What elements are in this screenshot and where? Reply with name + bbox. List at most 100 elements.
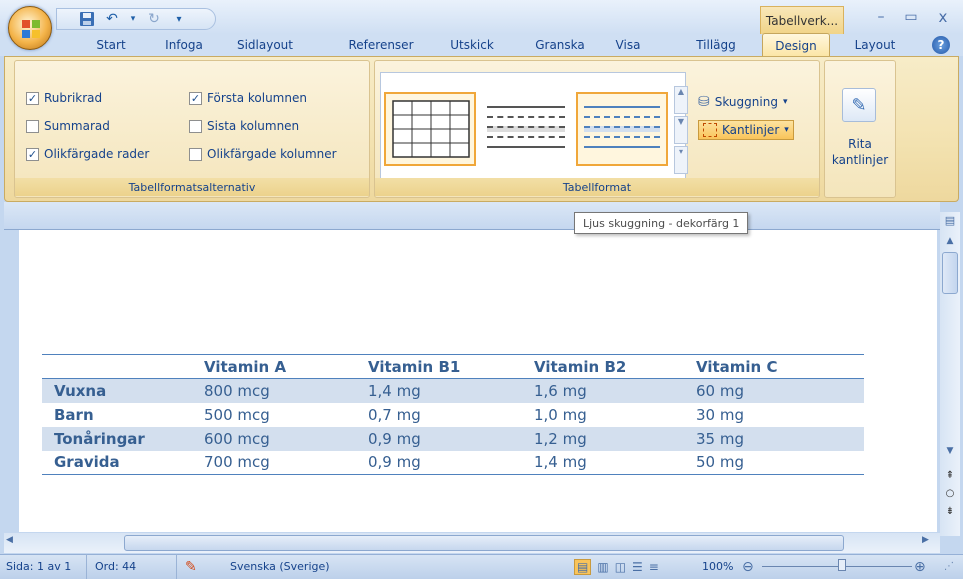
gallery-down-icon[interactable]: ▼ [674, 116, 688, 144]
zoom-in-icon[interactable]: ⊕ [914, 554, 926, 579]
scroll-thumb[interactable] [942, 252, 958, 294]
style-line [487, 106, 565, 112]
horizontal-scroll-thumb[interactable] [124, 535, 844, 551]
borders-button[interactable]: Kantlinjer ▾ [698, 120, 794, 140]
style-line [487, 146, 565, 152]
checkbox-checked-icon: ✓ [26, 147, 39, 161]
maximize-button[interactable]: ▭ [898, 6, 924, 28]
checkbox-last-column[interactable]: Sista kolumnen [189, 116, 299, 136]
checkbox-checked-icon: ✓ [26, 91, 39, 105]
checkbox-label: Rubrikrad [44, 91, 103, 105]
table-row-header: Barn [54, 405, 94, 424]
scroll-left-icon[interactable]: ◀ [6, 535, 20, 551]
table-row: Barn 500 mcg 0,7 mg 1,0 mg 30 mg [42, 403, 864, 427]
table-cell: 0,9 mg [368, 450, 534, 475]
checkbox-banded-rows[interactable]: ✓ Olikfärgade rader [26, 144, 149, 164]
table-header-cell: Vitamin B1 [368, 354, 534, 379]
table-cell: 50 mg [696, 450, 864, 475]
tab-granska[interactable]: Granska [527, 34, 593, 56]
customize-toolbar-icon[interactable]: ▾ [171, 11, 187, 27]
checkbox-banded-columns[interactable]: Olikfärgade kolumner [189, 144, 337, 164]
tab-sidlayout[interactable]: Sidlayout [226, 34, 304, 56]
table-cell: 1,0 mg [534, 405, 587, 424]
full-screen-reading-icon[interactable]: ▥ [597, 560, 608, 574]
checkbox-label: Summarad [44, 119, 110, 133]
scroll-down-icon[interactable]: ▼ [941, 446, 959, 460]
office-button[interactable] [8, 6, 52, 50]
table-row: Gravida 700 mcg 0,9 mg 1,4 mg 50 mg [42, 450, 864, 475]
table-cell: 1,4 mg [368, 378, 534, 403]
zoom-slider-thumb[interactable] [838, 559, 846, 571]
gallery-up-icon[interactable]: ▲ [674, 86, 688, 114]
table-header-cell: Vitamin B2 [534, 354, 696, 379]
zoom-out-icon[interactable]: ⊖ [742, 554, 754, 579]
checkbox-label: Olikfärgade rader [44, 147, 150, 161]
undo-icon[interactable]: ↶ [104, 11, 120, 27]
tab-tillagg[interactable]: Tillägg [686, 34, 746, 56]
checkbox-checked-icon: ✓ [189, 91, 202, 105]
table-cell: 30 mg [696, 405, 744, 424]
ruler-area [4, 202, 940, 230]
style-line [487, 126, 565, 132]
tab-referenser[interactable]: Referenser [340, 34, 422, 56]
checkbox-first-column[interactable]: ✓ Första kolumnen [189, 88, 307, 108]
style-line [584, 106, 660, 112]
tab-start[interactable]: Start [82, 34, 140, 56]
table-row-header: Vuxna [42, 378, 204, 403]
chevron-down-icon: ▾ [782, 97, 788, 107]
proofing-icon[interactable]: ✎ [176, 554, 197, 579]
table-grid-icon [392, 100, 470, 158]
browse-object-icon[interactable]: ○ [941, 488, 959, 502]
table-style-grid[interactable] [384, 92, 476, 166]
shading-button[interactable]: ⛁ Skuggning ▾ [698, 92, 787, 112]
undo-dropdown-icon[interactable]: ▾ [129, 11, 137, 27]
paint-bucket-icon: ⛁ [698, 94, 710, 110]
scroll-up-icon[interactable]: ▲ [941, 236, 959, 250]
table-row-header: Gravida [42, 450, 204, 475]
language-indicator[interactable]: Svenska (Sverige) [230, 554, 330, 579]
checkbox-header-row[interactable]: ✓ Rubrikrad [26, 88, 102, 108]
checkbox-empty-icon [189, 147, 202, 161]
page-indicator[interactable]: Sida: 1 av 1 [6, 554, 71, 579]
close-button[interactable]: x [930, 6, 956, 28]
table-cell: 700 mcg [204, 450, 368, 475]
print-layout-icon[interactable]: ▤ [574, 558, 592, 575]
next-page-icon[interactable]: ⇟ [941, 506, 959, 520]
scroll-right-icon[interactable]: ▶ [922, 535, 936, 551]
previous-page-icon[interactable]: ⇞ [941, 470, 959, 484]
view-buttons: ▤ ▥ ◫ ☰ ≡ [574, 554, 659, 579]
quick-access-toolbar: ↶ ▾ ↻ ▾ [56, 8, 216, 30]
table-style-light-shading-accent1[interactable] [576, 92, 668, 166]
style-tooltip: Ljus skuggning - dekorfärg 1 [574, 212, 749, 234]
table-cell: 35 mg [696, 426, 864, 451]
checkbox-total-row[interactable]: Summarad [26, 116, 110, 136]
table-cell: 600 mcg [204, 426, 368, 451]
minimize-button[interactable]: – [868, 6, 894, 28]
group-draw-borders [824, 60, 896, 198]
ruler-toggle-icon[interactable]: ▤ [941, 214, 959, 230]
tab-layout[interactable]: Layout [845, 34, 905, 56]
web-layout-icon[interactable]: ◫ [615, 560, 626, 574]
zoom-slider[interactable] [762, 566, 912, 567]
draw-label-line1: Rita [848, 137, 872, 151]
table-header-row: Vitamin A Vitamin B1 Vitamin B2 Vitamin … [42, 354, 864, 379]
zoom-level[interactable]: 100% [702, 554, 733, 579]
tab-design[interactable]: Design [762, 33, 830, 57]
tab-utskick[interactable]: Utskick [440, 34, 504, 56]
document-table: Vitamin A Vitamin B1 Vitamin B2 Vitamin … [42, 354, 864, 475]
draft-icon[interactable]: ≡ [649, 560, 659, 574]
gallery-more-icon[interactable]: ▾ [674, 146, 688, 174]
help-icon[interactable]: ? [932, 36, 950, 54]
tab-visa[interactable]: Visa [606, 34, 650, 56]
redo-icon[interactable]: ↻ [146, 11, 162, 27]
tab-infoga[interactable]: Infoga [155, 34, 213, 56]
table-style-light-shading[interactable] [480, 92, 572, 166]
save-icon[interactable] [79, 11, 95, 27]
draw-table-icon[interactable]: ✎ [842, 88, 876, 122]
word-count[interactable]: Ord: 44 [86, 554, 136, 579]
contextual-tab-table-tools: Tabellverk... [760, 6, 844, 34]
resize-grip-icon[interactable]: ⋰ [944, 554, 954, 579]
outline-icon[interactable]: ☰ [632, 560, 643, 574]
draw-borders-button[interactable]: Rita kantlinjer [826, 136, 894, 168]
shading-label: Skuggning [714, 95, 778, 109]
